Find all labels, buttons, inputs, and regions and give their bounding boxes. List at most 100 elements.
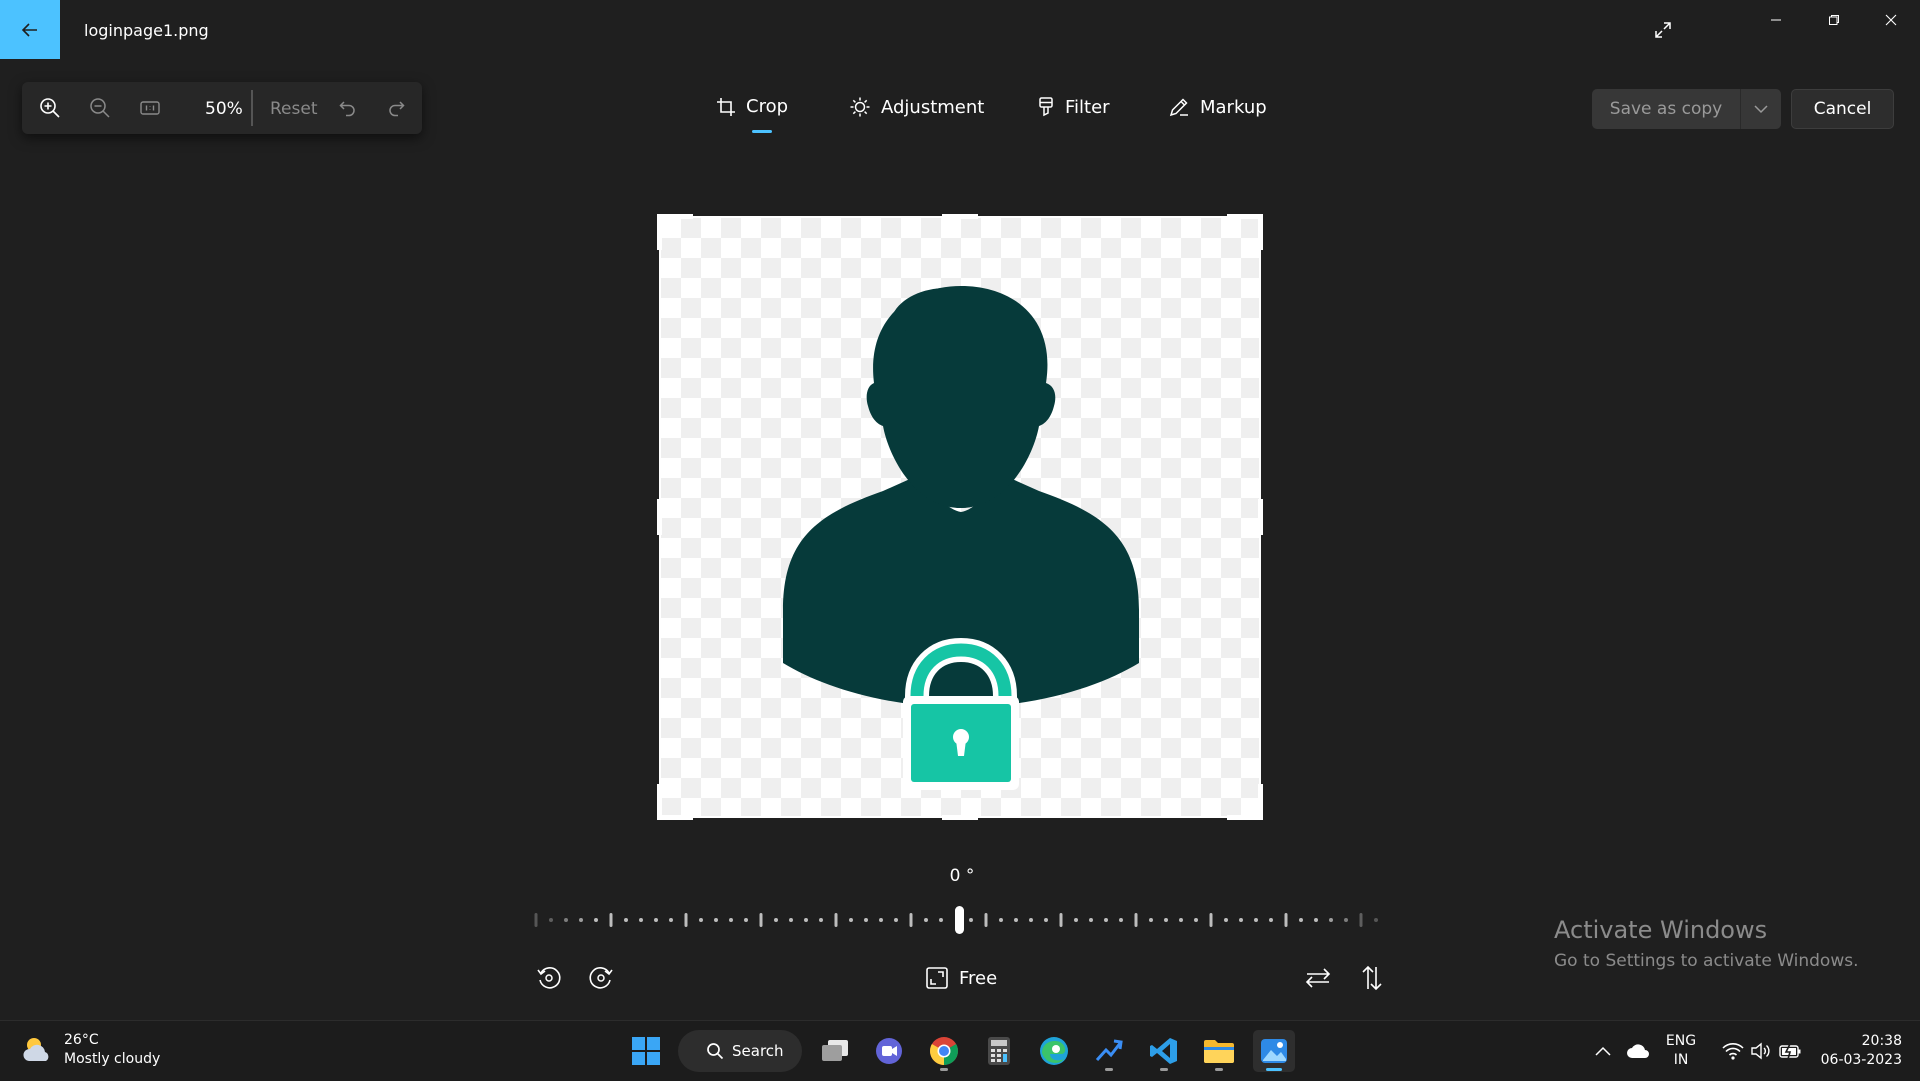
show-hidden-icons-button[interactable] [1588, 1030, 1618, 1072]
crop-handle-bottom-left[interactable] [657, 815, 693, 820]
expand-button[interactable] [1645, 12, 1681, 48]
file-name: loginpage1.png [84, 21, 209, 40]
clock[interactable]: 20:38 06-03-2023 [1812, 1032, 1902, 1070]
tab-markup[interactable]: Markup [1168, 96, 1267, 118]
back-button[interactable] [0, 0, 60, 59]
pen-app-icon [1095, 1039, 1123, 1062]
start-button[interactable] [625, 1030, 667, 1072]
vscode-button[interactable] [1143, 1030, 1185, 1072]
crop-handle-top-left-vertical[interactable] [657, 214, 662, 250]
edge-button[interactable] [1033, 1030, 1075, 1072]
whiteboard-app-button[interactable] [1088, 1030, 1130, 1072]
weather-temperature: 26°C [64, 1032, 99, 1048]
crop-handle-top-left[interactable] [657, 214, 693, 219]
rotation-minor-tick [1344, 918, 1348, 922]
rotation-slider-thumb[interactable] [955, 906, 964, 934]
cancel-button[interactable]: Cancel [1791, 89, 1894, 129]
rotation-major-tick [834, 913, 838, 927]
rotation-minor-tick [849, 918, 853, 922]
rotate-right-button[interactable] [583, 960, 619, 996]
rotation-minor-tick [1044, 918, 1048, 922]
reset-button[interactable]: Reset [270, 99, 318, 119]
pen-icon [1169, 98, 1188, 117]
rotate-right-icon [589, 967, 613, 989]
chrome-icon [930, 1037, 958, 1065]
zoom-toolbar: 50% Reset [22, 82, 422, 134]
task-view-button[interactable] [814, 1030, 856, 1072]
flip-horizontal-button[interactable] [1300, 960, 1336, 996]
tab-crop[interactable]: Crop [716, 96, 788, 117]
crop-handle-bottom-right-vertical[interactable] [1258, 784, 1263, 820]
photos-button[interactable] [1253, 1030, 1295, 1072]
minimize-button[interactable] [1753, 0, 1799, 40]
restore-button[interactable] [1811, 0, 1857, 40]
redo-icon [389, 101, 405, 117]
running-indicator [1266, 1068, 1282, 1071]
crop-handle-bottom-left-vertical[interactable] [657, 784, 662, 820]
photos-icon [1261, 1039, 1287, 1063]
tab-adjustment[interactable]: Adjustment [849, 96, 984, 118]
language-indicator[interactable]: ENG IN [1663, 1032, 1699, 1070]
teams-chat-button[interactable] [868, 1030, 910, 1072]
rotation-minor-tick [594, 918, 598, 922]
running-indicator [940, 1068, 948, 1071]
actual-size-button[interactable] [134, 92, 166, 124]
chrome-button[interactable] [923, 1030, 965, 1072]
rotation-minor-tick [879, 918, 883, 922]
tab-filter[interactable]: Filter [1037, 96, 1110, 118]
save-options-dropdown[interactable] [1741, 89, 1781, 129]
zoom-in-button[interactable] [34, 92, 66, 124]
taskbar-search[interactable]: Search [678, 1030, 802, 1072]
rotation-value: 0 ° [949, 866, 975, 886]
save-as-copy-split-button: Save as copy [1592, 89, 1781, 129]
rotation-minor-tick [1179, 918, 1183, 922]
crop-handle-left[interactable] [657, 499, 662, 535]
weather-description: Mostly cloudy [64, 1051, 161, 1067]
partly-cloudy-icon [23, 1038, 49, 1061]
calculator-button[interactable] [978, 1030, 1020, 1072]
rotation-minor-tick [1254, 918, 1258, 922]
activate-windows-title: Activate Windows [1554, 916, 1768, 944]
zoom-out-icon [90, 98, 110, 118]
crop-handle-bottom[interactable] [942, 815, 978, 820]
save-as-copy-button[interactable]: Save as copy [1592, 89, 1740, 129]
redo-button[interactable] [380, 92, 412, 124]
zoom-level[interactable]: 50% [205, 99, 243, 119]
rotation-minor-tick [939, 918, 943, 922]
flip-vertical-button[interactable] [1354, 960, 1390, 996]
rotation-major-tick [609, 913, 613, 927]
crop-handle-top[interactable] [942, 214, 978, 219]
quick-settings-button[interactable] [1712, 1030, 1812, 1072]
chevron-up-icon [1595, 1046, 1611, 1056]
weather-widget[interactable]: 26°C Mostly cloudy [20, 1031, 160, 1069]
filter-icon [1039, 97, 1053, 117]
rotation-minor-tick [564, 918, 568, 922]
file-explorer-button[interactable] [1198, 1030, 1240, 1072]
active-tab-indicator [752, 130, 772, 133]
rotate-left-icon [537, 967, 561, 989]
vscode-icon [1150, 1038, 1177, 1064]
aspect-ratio-button[interactable]: Free [925, 966, 997, 990]
rotation-minor-tick [1299, 918, 1303, 922]
onedrive-button[interactable] [1622, 1030, 1654, 1072]
crop-frame[interactable] [659, 216, 1261, 818]
undo-button[interactable] [332, 92, 364, 124]
rotate-left-button[interactable] [531, 960, 567, 996]
rotation-minor-tick [1149, 918, 1153, 922]
taskbar: 26°C Mostly cloudy Search ENG IN 20:38 0… [0, 1020, 1920, 1081]
rotation-minor-tick [804, 918, 808, 922]
close-button[interactable] [1868, 0, 1914, 40]
rotation-minor-tick [969, 918, 973, 922]
rotation-minor-tick [864, 918, 868, 922]
rotation-major-tick [1134, 913, 1138, 927]
crop-handle-right[interactable] [1258, 499, 1263, 535]
rotation-minor-tick [1329, 918, 1333, 922]
tab-crop-label: Crop [746, 96, 789, 117]
clock-date: 06-03-2023 [1820, 1052, 1902, 1068]
clock-time: 20:38 [1861, 1033, 1902, 1049]
crop-handle-top-right-vertical[interactable] [1258, 214, 1263, 250]
zoom-out-button[interactable] [84, 92, 116, 124]
rotation-minor-tick [1029, 918, 1033, 922]
rotation-minor-tick [894, 918, 898, 922]
crop-icon [717, 97, 735, 116]
